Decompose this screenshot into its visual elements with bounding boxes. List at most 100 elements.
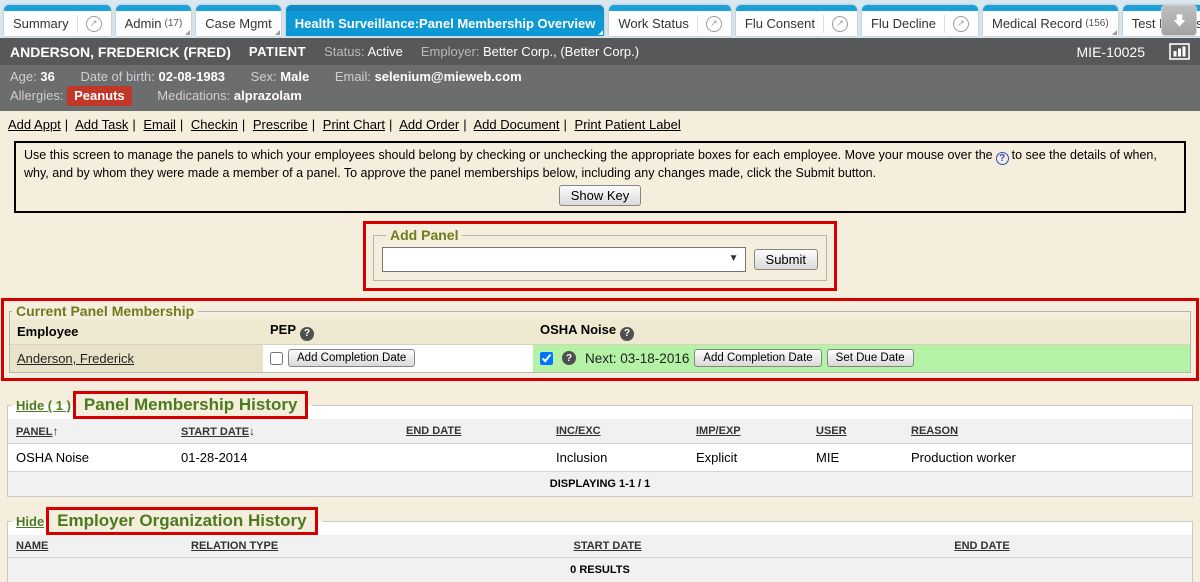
tab-summary[interactable]: Summary (4, 5, 111, 36)
panel-membership-history-section: Hide ( 1 ) Panel Membership History PANEL… (7, 391, 1193, 497)
osha-membership-checkbox[interactable] (540, 352, 553, 365)
add-panel-legend: Add Panel (386, 227, 462, 243)
osha-add-completion-date-button[interactable]: Add Completion Date (694, 349, 821, 367)
add-panel-fieldset: Add Panel Submit (373, 227, 827, 281)
current-panel-legend: Current Panel Membership (12, 303, 198, 319)
add-panel-select[interactable] (382, 247, 746, 272)
col-user[interactable]: USER (808, 419, 903, 444)
email-link[interactable]: Email (143, 117, 176, 132)
patient-allergies: Allergies: Peanuts (10, 88, 132, 103)
col-inc-exc[interactable]: INC/EXC (548, 419, 688, 444)
col-relation-type[interactable]: RELATION TYPE (183, 535, 443, 558)
employee-link[interactable]: Anderson, Frederick (17, 351, 134, 366)
current-panel-row: Anderson, Frederick Add Completion Date … (10, 344, 1190, 372)
flowsheet-chart-icon[interactable] (1169, 43, 1190, 60)
tab-label: Summary (13, 16, 69, 31)
panel-history-header-row: PANEL START DATE END DATE INC/EXC IMP/EX… (8, 419, 1192, 444)
col-pep: PEP (263, 319, 533, 344)
tab-label: Medical Record (992, 16, 1082, 31)
tab-flu-consent[interactable]: Flu Consent (736, 5, 857, 36)
pep-membership-checkbox[interactable] (270, 352, 283, 365)
tab-bar: Summary Admin (17) Case Mgmt Health Surv… (0, 0, 1200, 38)
current-panel-annotation-box: Current Panel Membership Employee PEP OS… (1, 298, 1199, 381)
add-appt-link[interactable]: Add Appt (8, 117, 61, 132)
tab-case-mgmt[interactable]: Case Mgmt (196, 5, 280, 36)
employer-history-title-annotation: Employer Organization History (46, 507, 317, 535)
panel-history-hide-link[interactable]: Hide ( 1 ) (16, 398, 71, 413)
patient-medications: Medications: alprazolam (157, 88, 302, 103)
tab-label: Admin (125, 16, 162, 31)
col-osha-noise: OSHA Noise (533, 319, 1190, 344)
add-task-link[interactable]: Add Task (75, 117, 128, 132)
open-new-window-icon[interactable] (86, 16, 102, 32)
osha-membership-help-icon[interactable] (562, 351, 576, 365)
tab-count-badge: (17) (164, 18, 182, 29)
current-panel-table: Employee PEP OSHA Noise Anderson, Freder… (10, 319, 1190, 372)
print-patient-label-link[interactable]: Print Patient Label (575, 117, 681, 132)
panel-history-legend: Hide ( 1 ) Panel Membership History (12, 391, 312, 419)
divider (823, 15, 824, 33)
tab-label: Health Surveillance:Panel Membership Ove… (295, 16, 596, 31)
instruction-box: Use this screen to manage the panels to … (14, 141, 1186, 213)
add-document-link[interactable]: Add Document (474, 117, 560, 132)
tab-label: Case Mgmt (205, 16, 271, 31)
paging-status: DISPLAYING 1-1 / 1 (8, 472, 1192, 497)
patient-status: Status: Active (324, 44, 403, 59)
col-start-date[interactable]: START DATE (173, 419, 398, 444)
show-key-button[interactable]: Show Key (559, 185, 642, 206)
employer-history-table: NAME RELATION TYPE START DATE END DATE 0… (8, 535, 1192, 582)
pep-add-completion-date-button[interactable]: Add Completion Date (288, 349, 415, 367)
results-count: 0 RESULTS (8, 558, 1192, 582)
col-name[interactable]: NAME (8, 535, 183, 558)
chart-id: MIE-10025 (1077, 44, 1145, 60)
print-chart-link[interactable]: Print Chart (323, 117, 385, 132)
panel-history-row: OSHA Noise 01-28-2014 Inclusion Explicit… (8, 444, 1192, 472)
tab-admin[interactable]: Admin (17) (116, 5, 192, 36)
divider (697, 15, 698, 33)
tab-overflow-button[interactable] (1161, 5, 1197, 36)
col-reason[interactable]: REASON (903, 419, 1192, 444)
open-new-window-icon[interactable] (832, 16, 848, 32)
current-panel-fieldset: Current Panel Membership Employee PEP OS… (9, 303, 1191, 373)
patient-sex: Sex: Male (251, 69, 310, 84)
col-start-date[interactable]: START DATE (443, 535, 772, 558)
open-new-window-icon[interactable] (953, 16, 969, 32)
patient-type-label: PATIENT (249, 44, 306, 59)
employer-history-legend: HideEmployer Organization History (12, 507, 322, 535)
col-end-date[interactable]: END DATE (398, 419, 548, 444)
help-icon (996, 152, 1009, 165)
tab-flu-decline[interactable]: Flu Decline (862, 5, 978, 36)
patient-status-value: Active (367, 44, 402, 59)
panel-history-table: PANEL START DATE END DATE INC/EXC IMP/EX… (8, 419, 1192, 496)
tab-label: Flu Decline (871, 16, 936, 31)
divider (944, 15, 945, 33)
pep-help-icon[interactable] (300, 327, 314, 341)
tab-work-status[interactable]: Work Status (609, 5, 731, 36)
patient-age: Age: 36 (10, 69, 55, 84)
patient-employer: Employer: Better Corp., (Better Corp.) (421, 44, 639, 59)
checkin-link[interactable]: Checkin (191, 117, 238, 132)
patient-info-line1: Age: 36 Date of birth: 02-08-1983 Sex: M… (10, 68, 1190, 86)
employer-history-footer-row: 0 RESULTS (8, 558, 1192, 582)
quick-action-links: Add Appt| Add Task| Email| Checkin| Pres… (0, 111, 1200, 137)
col-employee: Employee (10, 319, 263, 344)
prescribe-link[interactable]: Prescribe (253, 117, 308, 132)
panel-history-title: Panel Membership History (84, 395, 298, 414)
col-panel[interactable]: PANEL (8, 419, 173, 444)
col-end-date[interactable]: END DATE (772, 535, 1192, 558)
tab-health-surveillance-panel-membership-overview[interactable]: Health Surveillance:Panel Membership Ove… (286, 5, 605, 36)
col-imp-exp[interactable]: IMP/EXP (688, 419, 808, 444)
tab-medical-record[interactable]: Medical Record (156) (983, 5, 1118, 36)
tab-count-badge: (156) (1085, 18, 1108, 29)
divider (77, 15, 78, 33)
osha-set-due-date-button[interactable]: Set Due Date (827, 349, 914, 367)
patient-employer-value: Better Corp., (Better Corp.) (483, 44, 639, 59)
osha-help-icon[interactable] (620, 327, 634, 341)
add-order-link[interactable]: Add Order (399, 117, 459, 132)
allergy-badge[interactable]: Peanuts (67, 86, 132, 106)
open-new-window-icon[interactable] (706, 16, 722, 32)
add-panel-annotation-box: Add Panel Submit (363, 221, 837, 291)
add-panel-submit-button[interactable]: Submit (754, 249, 818, 270)
patient-info-line2: Allergies: Peanuts Medications: alprazol… (10, 86, 1190, 106)
employer-history-hide-link[interactable]: Hide (16, 514, 44, 529)
